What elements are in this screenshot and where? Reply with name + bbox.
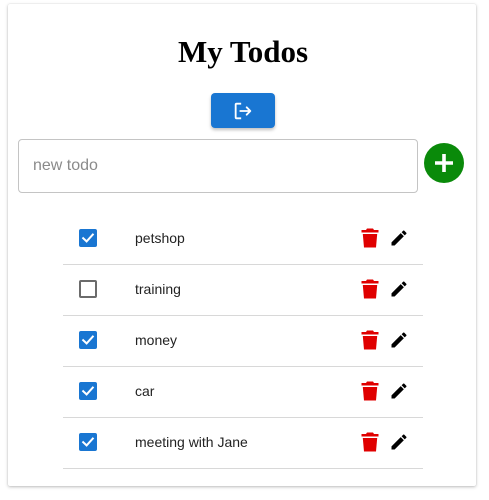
todo-item: car	[63, 367, 423, 418]
edit-todo-button[interactable]	[388, 431, 410, 453]
new-todo-field	[18, 139, 418, 193]
add-todo-button[interactable]	[424, 143, 464, 183]
todo-checkbox[interactable]	[79, 280, 97, 298]
new-todo-input[interactable]	[19, 140, 417, 192]
pencil-icon	[391, 434, 407, 450]
edit-todo-button[interactable]	[388, 329, 410, 351]
edit-todo-button[interactable]	[388, 380, 410, 402]
todo-checkbox[interactable]	[79, 382, 97, 400]
delete-todo-button[interactable]	[359, 227, 381, 249]
todo-label: petshop	[135, 230, 185, 246]
todo-list: petshop training money car meeting with …	[63, 214, 423, 469]
delete-todo-button[interactable]	[359, 380, 381, 402]
add-circle-icon	[435, 154, 453, 172]
todo-checkbox[interactable]	[79, 331, 97, 349]
trash-icon	[361, 279, 379, 299]
check-icon	[81, 335, 95, 345]
todo-label: training	[135, 281, 181, 297]
todo-item: money	[63, 316, 423, 367]
todo-item: training	[63, 265, 423, 316]
pencil-icon	[391, 230, 407, 246]
edit-todo-button[interactable]	[388, 278, 410, 300]
delete-todo-button[interactable]	[359, 431, 381, 453]
pencil-icon	[391, 281, 407, 297]
pencil-icon	[391, 383, 407, 399]
todo-checkbox[interactable]	[79, 229, 97, 247]
trash-icon	[361, 381, 379, 401]
delete-todo-button[interactable]	[359, 329, 381, 351]
todo-label: money	[135, 332, 178, 348]
delete-todo-button[interactable]	[359, 278, 381, 300]
check-icon	[81, 233, 95, 243]
todo-item: petshop	[63, 214, 423, 265]
check-icon	[81, 386, 95, 396]
check-icon	[81, 437, 95, 447]
todo-label: car	[135, 383, 155, 399]
todo-label: meeting with Jane	[135, 434, 248, 450]
page-title: My Todos	[177, 34, 309, 69]
todo-item: meeting with Jane	[63, 418, 423, 469]
todo-checkbox[interactable]	[79, 433, 97, 451]
trash-icon	[361, 330, 379, 350]
logout-button[interactable]	[211, 93, 275, 128]
edit-todo-button[interactable]	[388, 227, 410, 249]
trash-icon	[361, 432, 379, 452]
pencil-icon	[391, 332, 407, 348]
logout-icon	[234, 102, 252, 119]
trash-icon	[361, 228, 379, 248]
